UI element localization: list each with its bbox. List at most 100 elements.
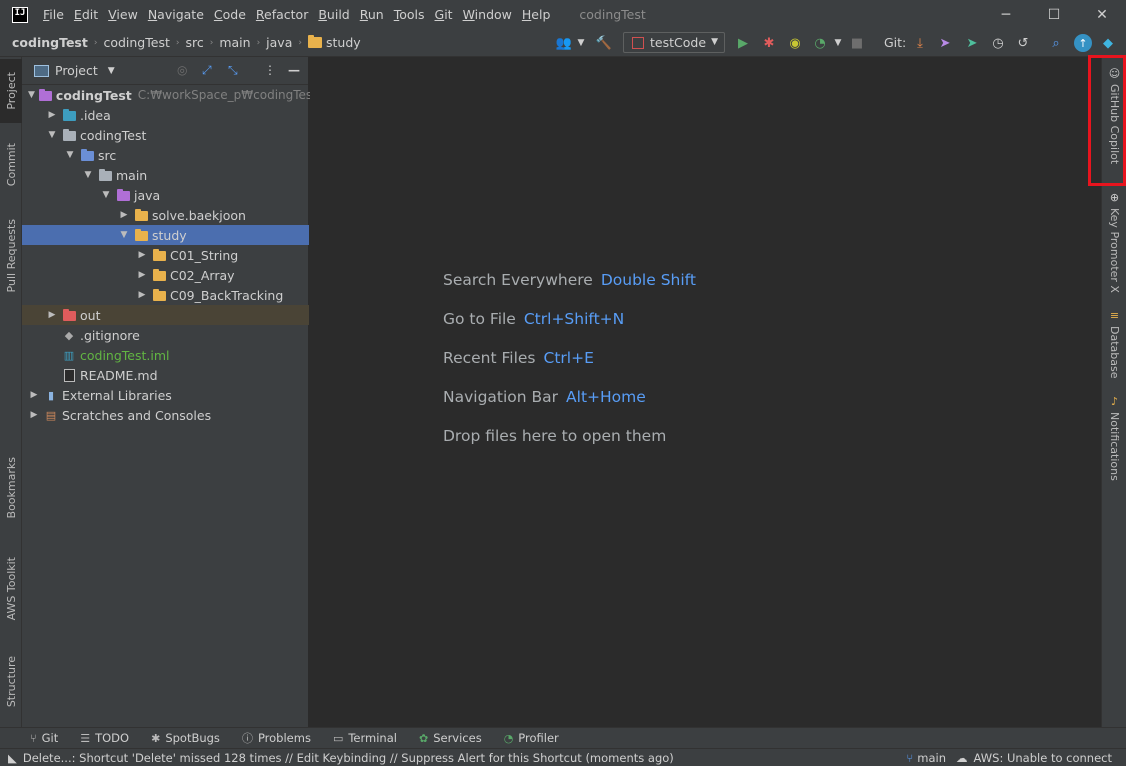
chevron-down-icon: ▼ xyxy=(28,90,35,100)
menu-edit[interactable]: Edit xyxy=(69,0,103,29)
maximize-button[interactable]: ☐ xyxy=(1030,0,1078,29)
menu-navigate[interactable]: Navigate xyxy=(143,0,209,29)
tool-profiler[interactable]: ◔ Profiler xyxy=(504,731,559,745)
editor-area[interactable]: Search Everywhere Double Shift Go to File… xyxy=(310,57,1101,727)
run-config-icon xyxy=(632,36,644,49)
idea-folder-icon xyxy=(62,108,76,122)
tab-project[interactable]: Project xyxy=(0,59,22,123)
breadcrumb-project[interactable]: codingTest xyxy=(0,35,88,50)
tree-item-study[interactable]: ▼ study xyxy=(22,225,309,245)
chevron-down-icon[interactable]: ▼ xyxy=(108,66,115,76)
menu-build[interactable]: Build xyxy=(313,0,354,29)
locate-icon[interactable]: ◎ xyxy=(177,63,187,77)
tree-item-src[interactable]: ▼ src xyxy=(22,145,309,165)
intellij-logo-icon[interactable]: IJ xyxy=(12,6,28,23)
options-menu-icon[interactable]: ⋮ xyxy=(264,63,276,77)
tool-git[interactable]: ⑂ Git xyxy=(30,731,58,745)
menu-file[interactable]: File xyxy=(38,0,69,29)
status-message[interactable]: ◣ Delete...: Shortcut 'Delete' missed 128… xyxy=(8,751,674,765)
breadcrumb-java[interactable]: java xyxy=(260,35,292,50)
build-hammer-icon[interactable]: 🔨 xyxy=(595,34,613,52)
tree-item-iml[interactable]: ▥ codingTest.iml xyxy=(22,345,309,365)
project-folder-icon xyxy=(38,88,52,102)
tree-item-external-libraries[interactable]: ▶ ▮ External Libraries xyxy=(22,385,309,405)
run-icon[interactable]: ▶ xyxy=(734,34,752,52)
tab-structure[interactable]: Structure xyxy=(0,647,22,717)
expand-all-icon[interactable]: ⤢ xyxy=(202,63,212,78)
menu-run[interactable]: Run xyxy=(355,0,389,29)
debug-bug-icon[interactable]: ✱ xyxy=(760,34,778,52)
folder-icon xyxy=(307,35,322,48)
chevron-down-icon[interactable]: ▼ xyxy=(572,34,590,52)
close-button[interactable]: ✕ xyxy=(1078,0,1126,29)
menu-code[interactable]: Code xyxy=(209,0,251,29)
menu-tools[interactable]: Tools xyxy=(389,0,430,29)
source-folder-icon xyxy=(80,148,94,162)
tree-item-project-root[interactable]: ▼ codingTest C:₩workSpace_p₩codingTest xyxy=(22,85,317,105)
tab-notifications[interactable]: ♪ Notifications xyxy=(1102,395,1126,481)
tab-aws-toolkit[interactable]: AWS Toolkit xyxy=(0,545,22,633)
tool-services[interactable]: ✿ Services xyxy=(419,731,482,745)
minimize-button[interactable]: ─ xyxy=(982,0,1030,29)
problems-icon: ⓘ xyxy=(241,732,253,745)
globe-icon: ⊕ xyxy=(1109,191,1120,204)
search-icon[interactable]: ⌕ xyxy=(1047,34,1065,52)
users-icon[interactable]: 👥 xyxy=(555,34,573,52)
tree-item-module[interactable]: ▼ codingTest xyxy=(22,125,309,145)
menu-view[interactable]: View xyxy=(103,0,143,29)
tool-terminal[interactable]: ▭ Terminal xyxy=(333,731,397,745)
tree-item-solve-baekjoon[interactable]: ▶ solve.baekjoon xyxy=(22,205,309,225)
tree-item-c01-string[interactable]: ▶ C01_String xyxy=(22,245,309,265)
tree-item-c09-backtracking[interactable]: ▶ C09_BackTracking xyxy=(22,285,309,305)
tab-database[interactable]: ≡ Database xyxy=(1102,309,1126,379)
gitignore-file-icon: ◆ xyxy=(64,328,74,342)
updates-icon[interactable]: ↑ xyxy=(1074,34,1092,52)
tree-item-idea[interactable]: ▶ .idea xyxy=(22,105,309,125)
rollback-icon[interactable]: ↺ xyxy=(1014,34,1032,52)
git-push-icon[interactable]: ➤ xyxy=(936,34,954,52)
menu-git[interactable]: Git xyxy=(430,0,458,29)
tree-item-main[interactable]: ▼ main xyxy=(22,165,309,185)
hint-go-to-file: Go to File Ctrl+Shift+N xyxy=(443,310,625,328)
history-icon[interactable]: ◷ xyxy=(989,34,1007,52)
tool-problems[interactable]: ⓘ Problems xyxy=(242,730,311,746)
folder-icon xyxy=(134,228,148,242)
tool-todo[interactable]: ☰ TODO xyxy=(80,731,129,745)
menu-refactor[interactable]: Refactor xyxy=(251,0,313,29)
tree-item-out[interactable]: ▶ out xyxy=(22,305,309,325)
tool-spotbugs[interactable]: ✱ SpotBugs xyxy=(151,731,220,745)
iml-file-icon: ▥ xyxy=(63,348,75,362)
stop-icon[interactable]: ■ xyxy=(848,34,866,52)
tree-item-readme[interactable]: README.md xyxy=(22,365,309,385)
profile-icon[interactable]: ◔ xyxy=(811,34,829,52)
breadcrumb-module[interactable]: codingTest xyxy=(97,35,169,50)
tab-key-promoter[interactable]: ⊕ Key Promoter X xyxy=(1102,191,1126,293)
tab-bookmarks[interactable]: Bookmarks xyxy=(0,447,22,529)
breadcrumb-src[interactable]: src xyxy=(179,35,203,50)
tab-pull-requests[interactable]: Pull Requests xyxy=(0,209,22,303)
left-tool-strip: Project Commit Pull Requests Bookmarks A… xyxy=(0,57,22,727)
tree-item-gitignore[interactable]: ◆ .gitignore xyxy=(22,325,309,345)
run-configuration-select[interactable]: testCode ▼ xyxy=(623,32,725,53)
git-branch-widget[interactable]: main xyxy=(917,751,946,765)
tree-item-scratches[interactable]: ▶ ▤ Scratches and Consoles xyxy=(22,405,309,425)
collapse-all-icon[interactable]: ⤡ xyxy=(228,63,238,78)
menu-window[interactable]: Window xyxy=(458,0,517,29)
menu-help[interactable]: Help xyxy=(517,0,556,29)
toolbox-icon[interactable]: ◆ xyxy=(1099,34,1117,52)
tree-item-c02-array[interactable]: ▶ C02_Array xyxy=(22,265,309,285)
chevron-right-icon: ▶ xyxy=(138,290,146,300)
project-window-icon xyxy=(34,64,49,77)
breadcrumb-study[interactable]: study xyxy=(302,35,361,50)
git-update-icon[interactable]: ⤓ xyxy=(911,34,929,52)
profiler-icon: ◔ xyxy=(503,731,514,745)
chevron-down-icon[interactable]: ▼ xyxy=(829,34,847,52)
hide-panel-icon[interactable]: — xyxy=(288,63,300,77)
aws-connection-status[interactable]: AWS: Unable to connect xyxy=(974,751,1112,765)
tab-commit[interactable]: Commit xyxy=(0,133,22,197)
coverage-icon[interactable]: ◉ xyxy=(786,34,804,52)
git-commit-icon[interactable]: ➤ xyxy=(963,34,981,52)
breadcrumb-main[interactable]: main xyxy=(213,35,250,50)
tree-item-java[interactable]: ▼ java xyxy=(22,185,309,205)
project-view-selector[interactable]: Project xyxy=(55,63,98,78)
